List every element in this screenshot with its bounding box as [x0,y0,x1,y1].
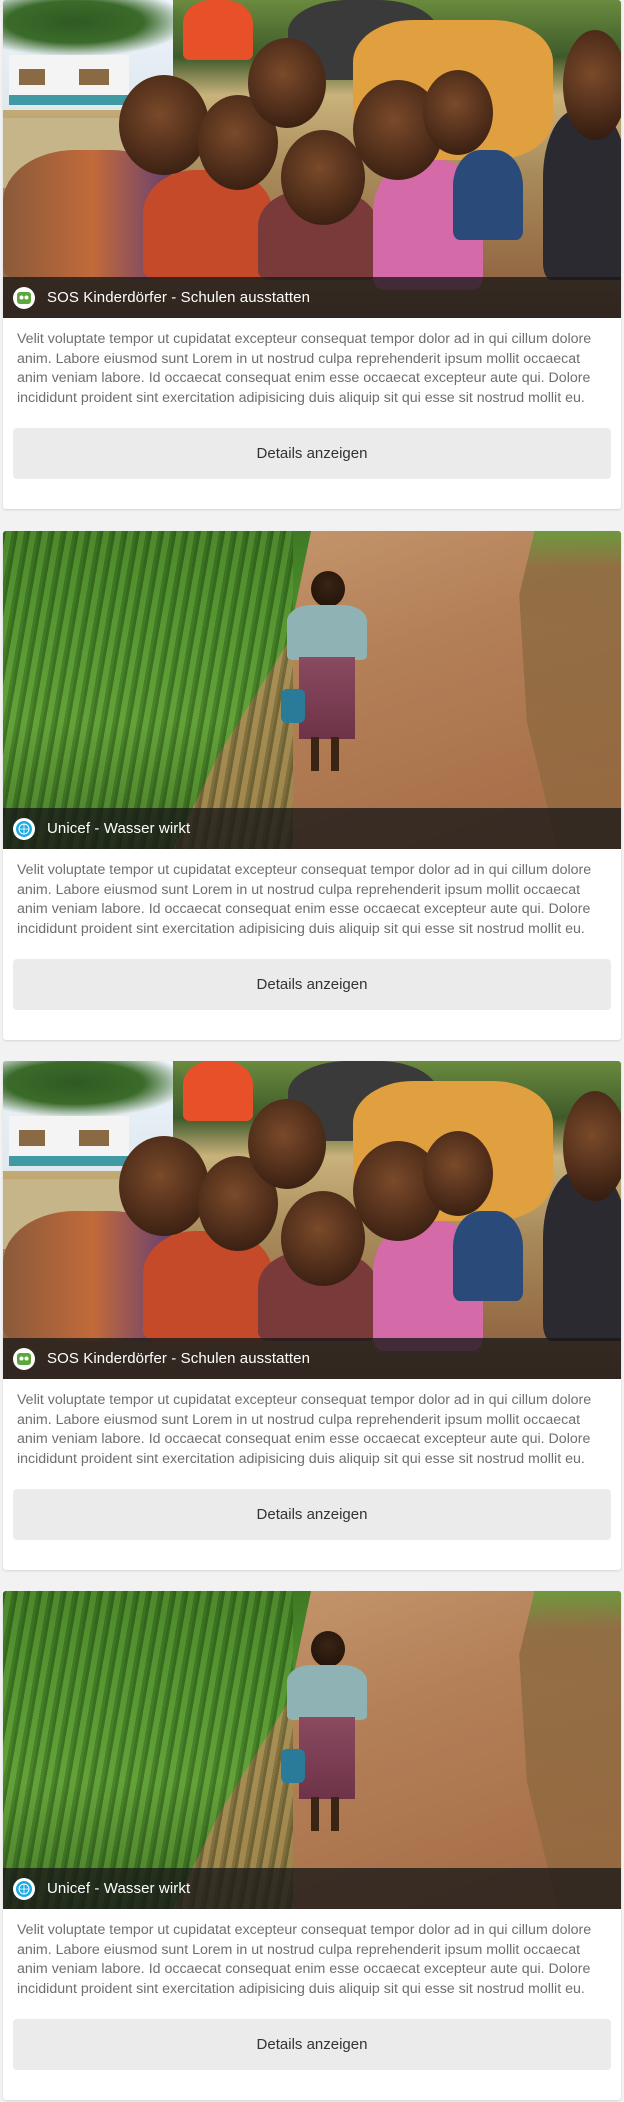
children-group-photo [3,1061,621,1379]
sos-kinderdorf-logo-icon [13,1347,35,1370]
campaign-caption-bar: Unicef - Wasser wirkt [3,1868,621,1909]
details-button[interactable]: Details anzeigen [13,959,611,1010]
details-button[interactable]: Details anzeigen [13,428,611,479]
campaign-caption-bar: SOS Kinderdörfer - Schulen ausstatten [3,277,621,318]
details-button[interactable]: Details anzeigen [13,1489,611,1540]
campaign-description: Velit voluptate tempor ut cupidatat exce… [17,1392,592,1467]
campaign-caption-bar: SOS Kinderdörfer - Schulen ausstatten [3,1338,621,1379]
campaign-title: Unicef - Wasser wirkt [47,820,191,837]
girl-on-path-photo [3,1591,621,1909]
sos-kinderdorf-logo-icon [13,286,35,309]
campaign-card[interactable]: Unicef - Wasser wirkt Velit voluptate te… [3,531,621,1040]
campaign-photo[interactable]: SOS Kinderdörfer - Schulen ausstatten [3,0,621,318]
campaign-title: SOS Kinderdörfer - Schulen ausstatten [47,1350,311,1367]
campaign-description: Velit voluptate tempor ut cupidatat exce… [17,331,592,406]
campaign-description: Velit voluptate tempor ut cupidatat exce… [17,862,592,937]
campaign-card[interactable]: SOS Kinderdörfer - Schulen ausstatten Ve… [3,0,621,509]
unicef-logo-icon [13,1877,35,1900]
girl-on-path-photo [3,531,621,849]
campaign-title: Unicef - Wasser wirkt [47,1880,191,1897]
campaign-photo[interactable]: Unicef - Wasser wirkt [3,1591,621,1909]
campaign-description: Velit voluptate tempor ut cupidatat exce… [17,1922,592,1997]
campaign-photo[interactable]: SOS Kinderdörfer - Schulen ausstatten [3,1061,621,1379]
campaign-photo[interactable]: Unicef - Wasser wirkt [3,531,621,849]
children-group-photo [3,0,621,318]
details-button[interactable]: Details anzeigen [13,2019,611,2070]
campaign-title: SOS Kinderdörfer - Schulen ausstatten [47,289,311,306]
campaign-card[interactable]: SOS Kinderdörfer - Schulen ausstatten Ve… [3,1061,621,1570]
campaign-card[interactable]: Unicef - Wasser wirkt Velit voluptate te… [3,1591,621,2100]
unicef-logo-icon [13,817,35,840]
campaign-caption-bar: Unicef - Wasser wirkt [3,808,621,849]
